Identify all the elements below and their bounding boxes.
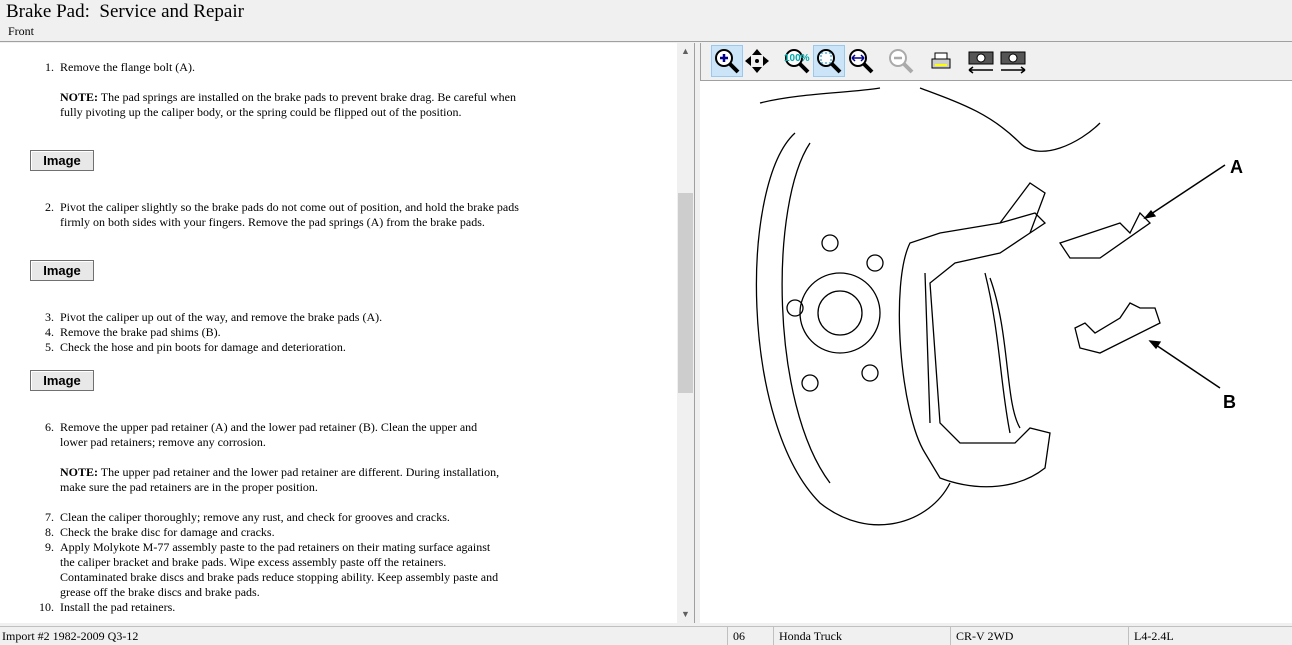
print-icon[interactable] (925, 45, 957, 77)
step-4: 4. Remove the brake pad shims (B). (45, 325, 520, 340)
status-code: 06 (733, 629, 745, 643)
step-7: 7. Clean the caliper thoroughly; remove a… (45, 510, 520, 525)
zoom-width-icon[interactable] (845, 45, 877, 77)
step-number: 2. (45, 200, 54, 214)
step-number: 6. (45, 420, 54, 434)
step-text: Remove the brake pad shims (B). (60, 325, 221, 339)
viewer-toolbar: 100% (700, 43, 1292, 81)
label-b: B (1223, 392, 1236, 412)
leader-line-a (1144, 164, 1226, 219)
step-1: 1. Remove the flange bolt (A). (45, 60, 520, 75)
note-label: NOTE: (60, 465, 99, 479)
procedure-pane: 1. Remove the flange bolt (A). NOTE: The … (0, 43, 695, 623)
zoom-out-icon[interactable] (885, 45, 917, 77)
label-a: A (1230, 157, 1243, 177)
step-text: Clean the caliper thoroughly; remove any… (60, 510, 450, 524)
step-9: 9. Apply Molykote M-77 assembly paste to … (45, 540, 505, 600)
step-text: Install the pad retainers. (60, 600, 176, 614)
step-8: 8. Check the brake disc for damage and cr… (45, 525, 520, 540)
svg-text:100%: 100% (784, 53, 810, 64)
zoom-in-icon[interactable] (711, 45, 743, 77)
step-number: 10. (39, 600, 54, 614)
step-number: 5. (45, 340, 54, 354)
zoom-fit-icon[interactable] (813, 45, 845, 77)
brake-disc (755, 132, 951, 526)
step-6: 6. Remove the upper pad retainer (A) and … (45, 420, 505, 450)
step-number: 9. (45, 540, 54, 554)
step-text: Pivot the caliper up out of the way, and… (60, 310, 383, 324)
scroll-up-icon[interactable]: ▲ (677, 43, 694, 60)
lower-pad-retainer (1074, 302, 1161, 354)
step-2: 2. Pivot the caliper slightly so the brak… (45, 200, 520, 230)
step-3: 3. Pivot the caliper up out of the way, a… (45, 310, 520, 325)
status-source: Import #2 1982-2009 Q3-12 (2, 629, 139, 643)
status-engine: L4-2.4L (1134, 629, 1174, 643)
caliper-bracket (759, 87, 1101, 488)
note: NOTE: The upper pad retainer and the low… (60, 465, 500, 495)
header: Brake Pad: Service and Repair Front (0, 0, 1292, 42)
note-text: The upper pad retainer and the lower pad… (60, 465, 500, 494)
leader-line-b (1149, 340, 1221, 389)
pan-icon[interactable] (741, 45, 773, 77)
status-bar: Import #2 1982-2009 Q3-12 06 Honda Truck… (0, 626, 1292, 645)
step-text: Pivot the caliper slightly so the brake … (60, 200, 519, 229)
note-label: NOTE: (60, 90, 99, 104)
step-number: 7. (45, 510, 54, 524)
previous-image-icon[interactable] (965, 45, 997, 77)
step-number: 1. (45, 60, 54, 74)
next-image-icon[interactable] (997, 45, 1029, 77)
scrollbar-thumb[interactable] (678, 193, 693, 393)
step-10: 10. Install the pad retainers. (39, 600, 520, 615)
image-button[interactable]: Image (30, 150, 94, 171)
brake-diagram: A B (700, 83, 1292, 623)
status-model: CR-V 2WD (956, 629, 1014, 643)
step-number: 4. (45, 325, 54, 339)
step-text: Check the hose and pin boots for damage … (60, 340, 346, 354)
page-title: Brake Pad: Service and Repair (6, 1, 244, 22)
vertical-scrollbar[interactable]: ▲ ▼ (677, 43, 694, 623)
step-text: Apply Molykote M-77 assembly paste to th… (60, 540, 499, 599)
step-number: 8. (45, 525, 54, 539)
step-text: Remove the flange bolt (A). (60, 60, 195, 74)
step-text: Remove the upper pad retainer (A) and th… (60, 420, 478, 449)
image-button[interactable]: Image (30, 260, 94, 281)
page-subtitle: Front (8, 24, 35, 38)
upper-pad-retainer (1058, 211, 1152, 259)
note-text: The pad springs are installed on the bra… (60, 90, 516, 119)
scroll-down-icon[interactable]: ▼ (677, 606, 694, 623)
step-5: 5. Check the hose and pin boots for damag… (45, 340, 520, 355)
zoom-100-icon[interactable]: 100% (781, 45, 813, 77)
image-viewer: 100% A B (700, 43, 1292, 623)
status-make: Honda Truck (779, 629, 843, 643)
step-number: 3. (45, 310, 54, 324)
step-text: Check the brake disc for damage and crac… (60, 525, 275, 539)
image-button[interactable]: Image (30, 370, 94, 391)
note: NOTE: The pad springs are installed on t… (60, 90, 520, 120)
